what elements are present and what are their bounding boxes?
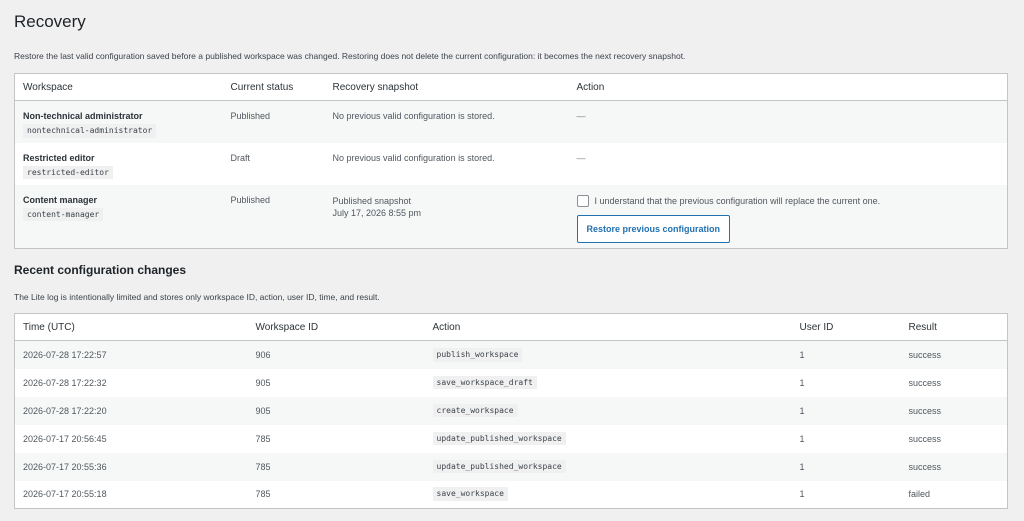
log-result: failed (908, 489, 931, 500)
action-cell: — (576, 152, 586, 163)
log-action-cell: create_workspace (425, 397, 792, 425)
status-cell: Draft (230, 152, 251, 163)
log-action-cell: save_workspace (425, 481, 792, 509)
log-action-cell: update_published_workspace (425, 425, 792, 453)
log-result: success (908, 433, 942, 444)
log-header-row: Time (UTC) Workspace ID Action User ID R… (14, 313, 1008, 341)
workspace-slug: nontechnical-administrator (23, 124, 157, 138)
snapshot-cell: No previous valid configuration is store… (332, 152, 495, 163)
log-user-id: 1 (799, 405, 805, 416)
log-note: The Lite log is intentionally limited an… (14, 292, 380, 302)
log-row: 2026-07-28 17:22:32 905 save_workspace_d… (15, 369, 1008, 397)
log-action: update_published_workspace (432, 459, 566, 474)
col-current-status: Current status (222, 73, 325, 101)
recovery-row: Non-technical administrator nontechnical… (14, 100, 1008, 143)
col-time: Time (UTC) (14, 313, 248, 341)
log-time: 2026-07-17 20:55:36 (23, 461, 107, 472)
col-workspace-id: Workspace ID (247, 313, 425, 341)
status-cell: Published (230, 111, 271, 121)
col-workspace: Workspace (14, 73, 223, 101)
page-title: Recovery (14, 12, 86, 31)
log-table: Time (UTC) Workspace ID Action User ID R… (14, 313, 1008, 509)
col-recovery-snapshot: Recovery snapshot (324, 73, 569, 101)
log-action: save_workspace_draft (432, 375, 537, 390)
workspace-cell: Non-technical administrator nontechnical… (15, 101, 223, 143)
log-action: save_workspace (432, 487, 508, 502)
log-action: create_workspace (432, 403, 518, 418)
restore-confirm-text: I understand that the previous configura… (594, 195, 881, 206)
col-action: Action (424, 313, 792, 341)
workspace-slug: restricted-editor (23, 165, 113, 180)
log-action: update_published_workspace (432, 431, 566, 446)
log-workspace-id: 785 (255, 489, 271, 500)
log-workspace-id: 905 (255, 405, 271, 416)
log-section-title: Recent configuration changes (14, 263, 187, 277)
col-user-id: User ID (791, 313, 901, 341)
log-action: publish_workspace (432, 347, 523, 362)
log-time: 2026-07-17 20:56:45 (23, 433, 107, 444)
workspace-cell: Content manager content-manager (15, 185, 223, 249)
recovery-header-row: Workspace Current status Recovery snapsh… (14, 73, 1008, 101)
workspace-cell: Restricted editor restricted-editor (15, 143, 223, 185)
log-user-id: 1 (799, 489, 805, 500)
log-user-id: 1 (799, 461, 805, 472)
log-result: success (908, 461, 942, 472)
log-action-cell: save_workspace_draft (425, 369, 792, 397)
col-action: Action (568, 73, 1008, 101)
restore-confirm-checkbox-label[interactable]: I understand that the previous configura… (576, 194, 1000, 207)
snapshot-date: July 17, 2026 8:55 pm (332, 207, 422, 218)
log-time: 2026-07-17 20:55:18 (23, 489, 107, 500)
log-time: 2026-07-28 17:22:57 (23, 349, 107, 360)
log-workspace-id: 785 (255, 461, 271, 472)
log-row: 2026-07-17 20:55:36 785 update_published… (14, 452, 1008, 481)
snapshot-cell: No previous valid configuration is store… (332, 111, 495, 121)
log-row: 2026-07-17 20:55:18 785 save_workspace 1… (15, 481, 1008, 509)
workspace-slug: content-manager (23, 207, 104, 222)
log-user-id: 1 (799, 377, 805, 388)
log-time: 2026-07-28 17:22:32 (23, 377, 107, 388)
log-action-cell: update_published_workspace (425, 453, 792, 481)
recovery-row: Content manager content-manager Publishe… (14, 184, 1008, 249)
workspace-name: Restricted editor (23, 152, 95, 163)
col-result: Result (900, 313, 1008, 341)
log-action-cell: publish_workspace (425, 341, 792, 369)
workspace-name: Non-technical administrator (23, 111, 143, 121)
log-row: 2026-07-28 17:22:57 906 publish_workspac… (14, 340, 1008, 369)
log-workspace-id: 905 (255, 377, 271, 388)
log-user-id: 1 (799, 433, 805, 444)
log-result: success (908, 349, 942, 360)
restore-previous-configuration-button[interactable]: Restore previous configuration (576, 214, 731, 243)
restore-confirm-checkbox[interactable] (576, 194, 589, 207)
recovery-row: Restricted editor restricted-editor Draf… (15, 143, 1008, 185)
log-time: 2026-07-28 17:22:20 (23, 405, 107, 416)
log-workspace-id: 906 (255, 349, 271, 360)
log-result: success (908, 377, 942, 388)
log-workspace-id: 785 (255, 433, 271, 444)
status-cell: Published (230, 194, 271, 205)
action-cell: I understand that the previous configura… (569, 185, 1008, 249)
log-result: success (908, 405, 942, 416)
log-row: 2026-07-28 17:22:20 905 create_workspace… (14, 396, 1008, 425)
log-row: 2026-07-17 20:56:45 785 update_published… (15, 425, 1008, 453)
snapshot-title: Published snapshot (332, 195, 412, 206)
action-cell: — (576, 111, 586, 121)
recovery-table: Workspace Current status Recovery snapsh… (14, 73, 1008, 249)
page-intro: Restore the last valid configuration sav… (14, 51, 686, 61)
snapshot-cell: Published snapshot July 17, 2026 8:55 pm (325, 185, 569, 249)
log-user-id: 1 (799, 349, 805, 360)
workspace-name: Content manager (23, 194, 98, 205)
